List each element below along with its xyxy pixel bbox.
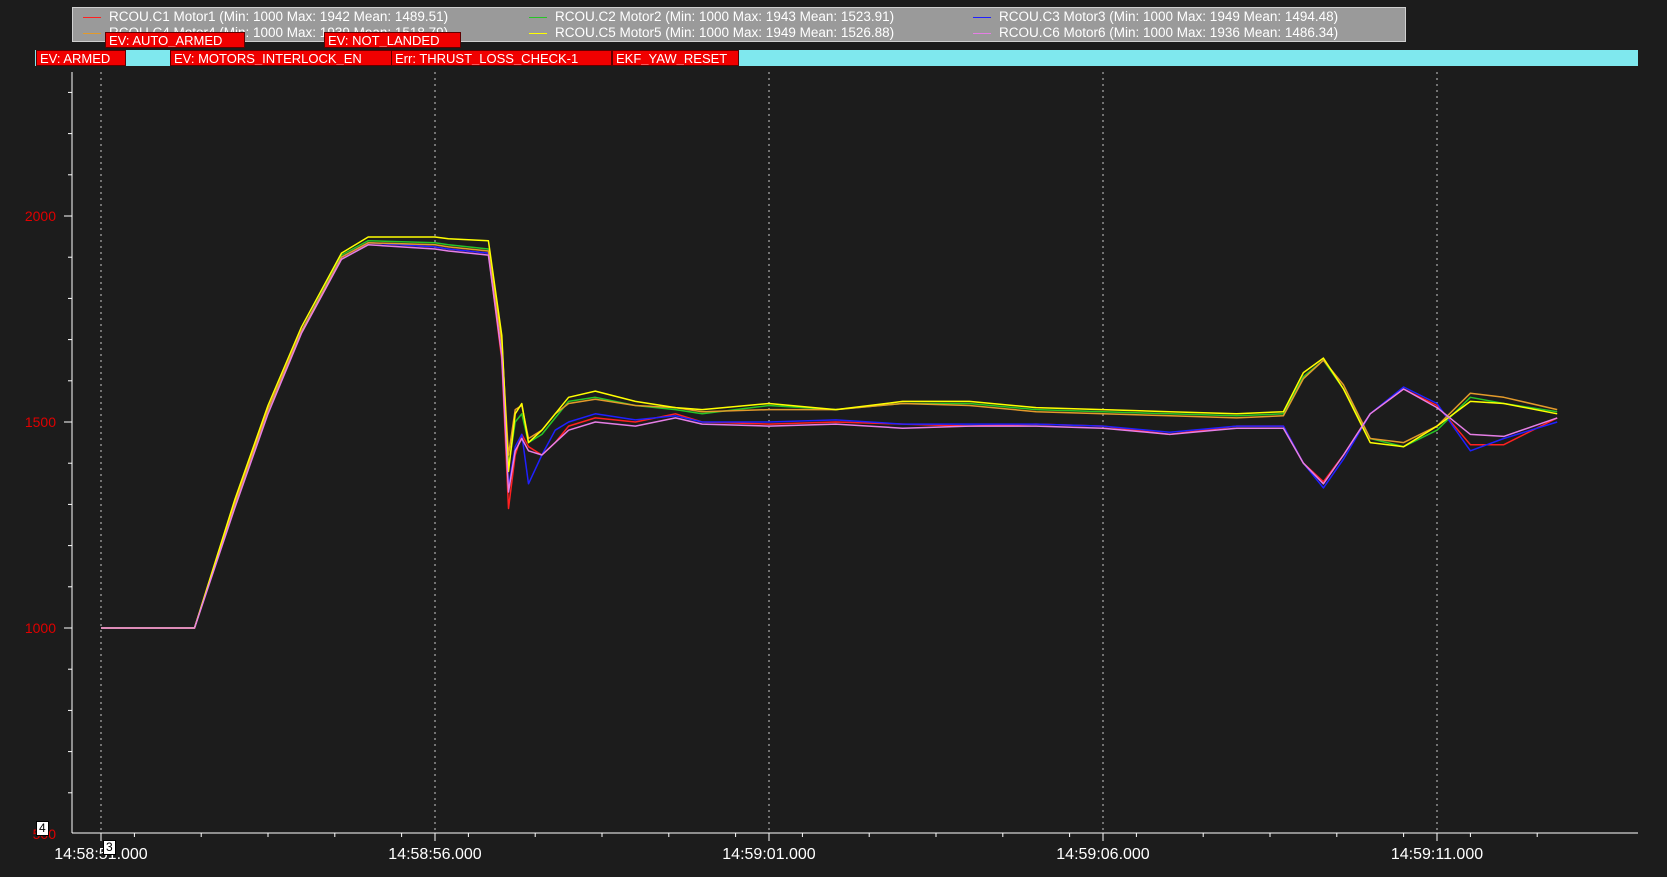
legend-label-motor6: RCOU.C6 Motor6 (Min: 1000 Max: 1936 Mean… bbox=[999, 25, 1339, 40]
legend-swatch-motor3 bbox=[973, 16, 991, 18]
event-thrust-loss-check[interactable]: Err: THRUST_LOSS_CHECK-1 bbox=[391, 50, 612, 66]
event-auto-armed[interactable]: EV: AUTO_ARMED bbox=[105, 32, 245, 48]
event-armed[interactable]: EV: ARMED bbox=[36, 50, 126, 66]
x-tick-label: 14:58:51.000 bbox=[54, 846, 148, 863]
marker-3[interactable]: 3 bbox=[103, 840, 116, 855]
plot-area[interactable]: 200015001000500 14:58:51.00014:58:56.000… bbox=[0, 0, 1667, 877]
legend-label-motor1: RCOU.C1 Motor1 (Min: 1000 Max: 1942 Mean… bbox=[109, 9, 449, 24]
legend-item-motor1[interactable]: RCOU.C1 Motor1 (Min: 1000 Max: 1942 Mean… bbox=[73, 9, 448, 25]
legend-swatch-motor1 bbox=[83, 16, 101, 18]
x-tick-label: 14:59:01.000 bbox=[722, 846, 816, 863]
legend-label-motor2: RCOU.C2 Motor2 (Min: 1000 Max: 1943 Mean… bbox=[555, 9, 895, 24]
x-tick-label: 14:58:56.000 bbox=[388, 846, 482, 863]
x-tick-labels: 14:58:51.000 14:58:56.000 14:59:01.000 14:5… bbox=[54, 846, 1483, 863]
legend-item-motor6[interactable]: RCOU.C6 Motor6 (Min: 1000 Max: 1936 Mean… bbox=[963, 25, 1338, 41]
legend-label-motor5: RCOU.C5 Motor5 (Min: 1000 Max: 1949 Mean… bbox=[555, 25, 895, 40]
series-lines bbox=[101, 236, 1558, 629]
legend-swatch-motor4 bbox=[83, 32, 101, 34]
series-line-motor6 bbox=[101, 244, 1558, 629]
legend-label-motor3: RCOU.C3 Motor3 (Min: 1000 Max: 1949 Mean… bbox=[999, 9, 1339, 24]
y-tick-label: 2000 bbox=[25, 208, 56, 224]
legend-swatch-motor2 bbox=[529, 16, 547, 18]
event-ekf-yaw-reset[interactable]: EKF_YAW_RESET bbox=[612, 50, 739, 66]
event-motors-interlock[interactable]: EV: MOTORS_INTERLOCK_EN bbox=[170, 50, 392, 66]
marker-4[interactable]: 4 bbox=[36, 821, 49, 836]
y-tick-labels: 200015001000500 bbox=[25, 208, 56, 842]
axes bbox=[64, 72, 1638, 841]
event-not-landed[interactable]: EV: NOT_LANDED bbox=[324, 32, 461, 48]
x-tick-label: 14:59:06.000 bbox=[1056, 846, 1150, 863]
legend-item-motor2[interactable]: RCOU.C2 Motor2 (Min: 1000 Max: 1943 Mean… bbox=[519, 9, 894, 25]
grid-lines bbox=[100, 72, 1438, 833]
x-tick-label: 14:59:11.000 bbox=[1391, 846, 1483, 863]
legend[interactable]: RCOU.C1 Motor1 (Min: 1000 Max: 1942 Mean… bbox=[72, 7, 1406, 42]
y-tick-label: 1000 bbox=[25, 620, 56, 636]
y-tick-label: 1500 bbox=[25, 414, 56, 430]
legend-swatch-motor6 bbox=[973, 32, 991, 34]
legend-swatch-motor5 bbox=[529, 32, 547, 34]
legend-item-motor5[interactable]: RCOU.C5 Motor5 (Min: 1000 Max: 1949 Mean… bbox=[519, 25, 894, 41]
legend-item-motor3[interactable]: RCOU.C3 Motor3 (Min: 1000 Max: 1949 Mean… bbox=[963, 9, 1338, 25]
